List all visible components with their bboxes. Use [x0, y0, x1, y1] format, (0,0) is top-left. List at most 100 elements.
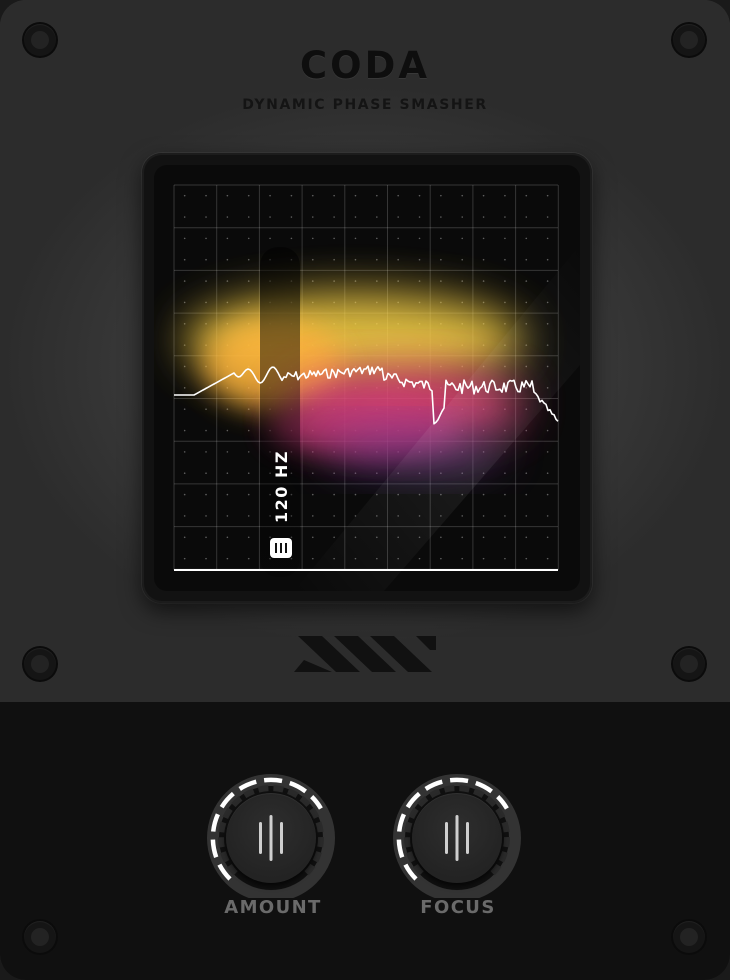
grid-dot [226, 408, 229, 410]
grid-dot [205, 258, 207, 261]
grid-dot [247, 493, 250, 496]
grid-dot [311, 536, 314, 539]
spectrum-graph: 120 HZ [173, 184, 580, 591]
grid-dot [461, 536, 464, 539]
grid-dot [461, 237, 464, 240]
grid-dot [311, 557, 314, 560]
grid-dot [440, 280, 442, 282]
crossover-handle[interactable] [270, 538, 292, 558]
grid-dot [482, 194, 485, 197]
grid-dot [183, 280, 186, 282]
grid-dot [183, 536, 186, 539]
grid-dot [205, 536, 207, 539]
grid-dot [546, 557, 549, 560]
grid-dot [226, 194, 229, 197]
grid-dot [418, 258, 421, 261]
vent-stripes-logo-icon [294, 636, 436, 672]
grid-dot [247, 237, 250, 240]
grid-dot [525, 301, 528, 304]
grid-dot [247, 280, 250, 282]
grid-dot [333, 237, 335, 240]
crossover-frequency-label: 120 HZ [272, 450, 291, 523]
spectrum-display[interactable]: 120 HZ [154, 165, 580, 591]
grid-dot [183, 451, 186, 453]
grid-dot [461, 258, 464, 261]
grid-dot [504, 216, 506, 218]
grid-dot [397, 258, 399, 261]
grid-dot [354, 472, 357, 475]
grid-dot [226, 301, 229, 304]
grid-dot [247, 472, 250, 475]
grid-dot [525, 258, 528, 261]
grid-dot [333, 280, 335, 282]
grid-dot [376, 258, 378, 261]
grid-dot [376, 216, 378, 218]
grid-dot [482, 216, 485, 218]
grid-dot [311, 493, 314, 496]
grid-dot [311, 472, 314, 475]
amount-knob[interactable] [202, 758, 342, 898]
grid-dot [504, 280, 506, 282]
grid-dot [183, 557, 186, 560]
grid-dot [482, 237, 485, 240]
grid-dot [311, 258, 314, 261]
grid-dot [205, 472, 207, 475]
amount-label: AMOUNT [224, 897, 322, 918]
grid-dot [205, 237, 207, 240]
grid-dot [333, 258, 335, 261]
grid-dot [354, 280, 357, 282]
screw-icon [24, 921, 56, 953]
grid-dot [504, 493, 506, 496]
grid-dot [461, 216, 464, 218]
grid-dot [183, 322, 186, 325]
grid-dot [311, 216, 314, 218]
grid-dot [183, 515, 186, 517]
grid-dot [290, 216, 293, 218]
grid-dot [504, 194, 506, 197]
grid-dot [376, 194, 378, 197]
grid-dot [311, 194, 314, 197]
grid-dot [440, 557, 442, 560]
grid-dot [333, 536, 335, 539]
focus-knob[interactable] [387, 758, 527, 898]
grid-dot [354, 216, 357, 218]
grid-dot [482, 301, 485, 304]
amount-knob-cap[interactable] [226, 793, 316, 883]
grid-dot [247, 258, 250, 261]
grid-dot [183, 387, 186, 389]
grid-dot [546, 237, 549, 240]
grid-dot [504, 301, 506, 304]
grid-dot [311, 515, 314, 517]
grid-dot [418, 280, 421, 282]
grid-dot [205, 515, 207, 517]
grid-dot [546, 216, 549, 218]
grid-dot [504, 258, 506, 261]
grid-dot [397, 280, 399, 282]
grid-dot [205, 493, 207, 496]
grid-dot [397, 216, 399, 218]
grid-dot [418, 216, 421, 218]
grid-dot [482, 515, 485, 517]
grid-dot [183, 408, 186, 410]
grid-dot [226, 493, 229, 496]
crossover-band[interactable] [260, 247, 300, 577]
grid-dot [269, 216, 271, 218]
grid-dot [504, 536, 506, 539]
grid-dot [354, 237, 357, 240]
grid-dot [376, 237, 378, 240]
screw-icon [673, 921, 705, 953]
grid-dot [525, 515, 528, 517]
grip-lines-icon [259, 815, 283, 861]
grid-dot [205, 216, 207, 218]
focus-knob-cap[interactable] [412, 793, 502, 883]
grid-dot [290, 194, 293, 197]
grid-dot [226, 515, 229, 517]
grid-dot [226, 472, 229, 475]
grid-dot [205, 280, 207, 282]
grid-dot [525, 451, 528, 453]
grid-dot [546, 258, 549, 261]
grid-dot [525, 194, 528, 197]
grid-dot [525, 493, 528, 496]
grid-dot [525, 237, 528, 240]
screw-icon [673, 648, 705, 680]
